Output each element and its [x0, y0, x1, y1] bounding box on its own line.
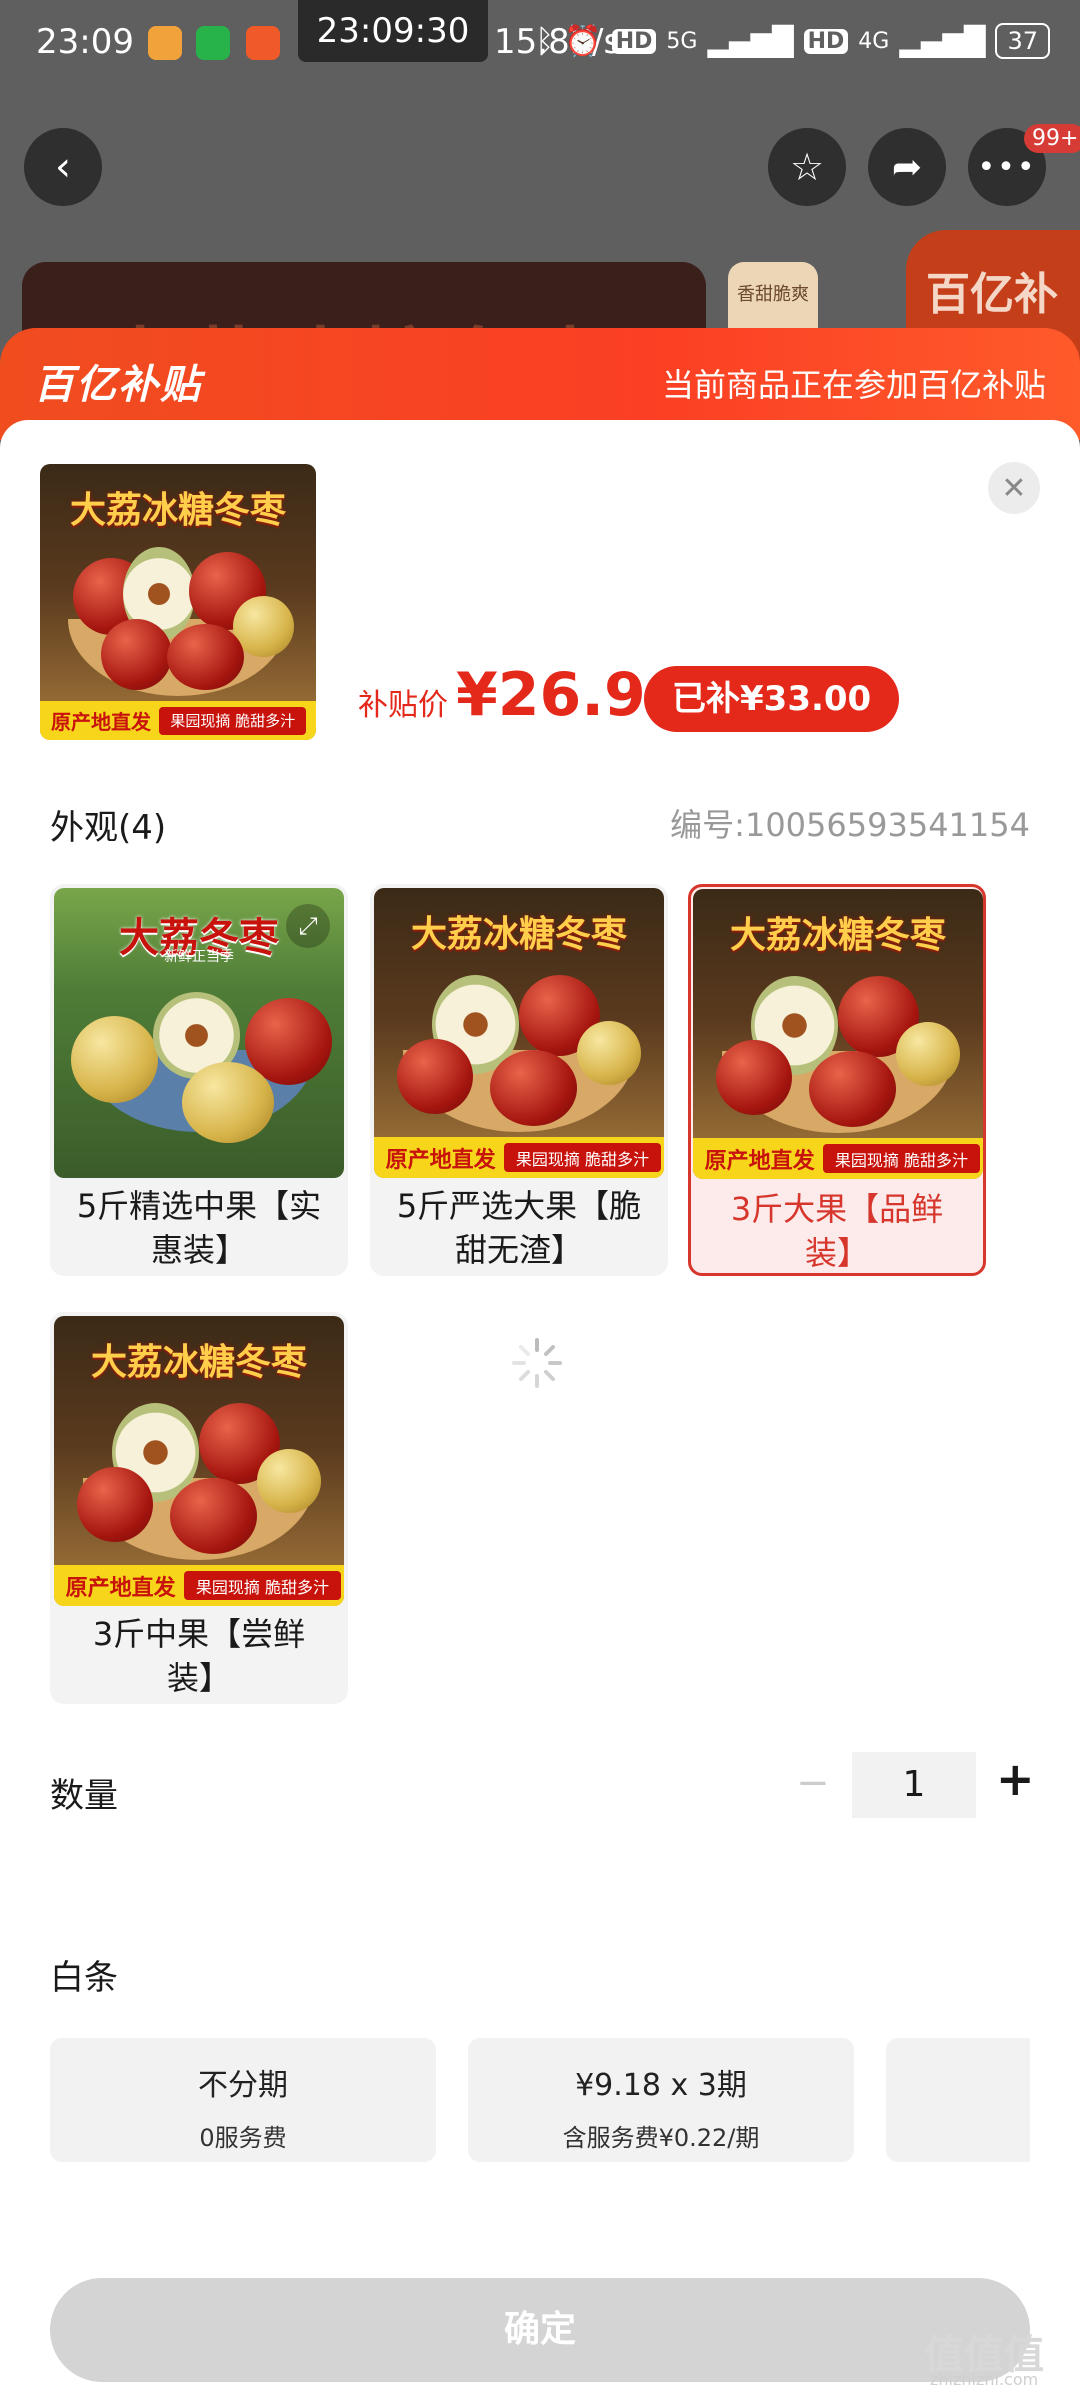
confirm-button[interactable]: 确定	[50, 2278, 1030, 2382]
close-button[interactable]: ✕	[988, 462, 1040, 514]
signal-icon-2: ▂▄▆█	[899, 24, 986, 58]
quantity-increase-button[interactable]: +	[996, 1752, 1035, 1806]
signal-icon: ▂▄▆█	[707, 24, 794, 58]
status-right-group: ᛒ ⏰ HD 5G ▂▄▆█ HD 4G ▂▄▆█ 37	[535, 22, 1050, 60]
strip-text-b: 果园现摘 脆甜多汁	[504, 1143, 661, 1173]
quantity-input[interactable]: 1	[852, 1752, 976, 1818]
share-icon: ➦	[891, 146, 923, 188]
subsidy-note: 当前商品正在参加百亿补贴	[661, 366, 1046, 404]
installment-title: ¥9.18 x 3期	[575, 2068, 747, 2103]
strip-text-a: 原产地直发	[385, 1147, 496, 1173]
jujube-shape	[170, 1478, 257, 1554]
installment-title: ¥4	[886, 2060, 1030, 2095]
appearance-label: 外观(4)	[50, 808, 167, 848]
status-time: 23:09	[36, 22, 134, 62]
product-main-image: 大荔冰糖冬枣 原产地直发 果园现摘 脆甜多汁	[40, 464, 316, 740]
option-image: 大荔冬枣 新鲜正当季 ⤢	[54, 888, 344, 1178]
jujube-shape	[181, 1062, 275, 1144]
option-label: 5斤精选中果【实惠装】	[76, 1187, 322, 1269]
option-label: 3斤中果【尝鲜装】	[92, 1615, 306, 1697]
jujube-shape	[166, 624, 245, 691]
subsidy-amount-badge: 已补¥33.00	[644, 666, 900, 732]
option-card-1[interactable]: 大荔冬枣 新鲜正当季 ⤢ 5斤精选中果【实惠装】	[50, 884, 348, 1276]
installment-option-1[interactable]: 不分期 0服务费	[50, 2038, 436, 2162]
share-button[interactable]: ➦	[868, 128, 946, 206]
option-image-title: 大荔冰糖冬枣	[729, 915, 946, 957]
back-button[interactable]: ‹	[24, 128, 102, 206]
option-image: 大荔冰糖冬枣 原产地直发 果园现摘 脆甜多汁	[54, 1316, 344, 1606]
favorite-button[interactable]: ☆	[768, 128, 846, 206]
strip-text-a: 原产地直发	[65, 1575, 176, 1601]
network-5g: 5G	[666, 28, 698, 54]
installment-title: 不分期	[198, 2068, 288, 2103]
wechat-icon	[196, 26, 230, 60]
baitiao-label: 白条	[50, 1958, 118, 1998]
battery-indicator: 37	[995, 23, 1050, 59]
option-image-title: 大荔冰糖冬枣	[410, 914, 627, 956]
price-label: 补贴价	[358, 688, 448, 723]
quantity-decrease-button[interactable]: −	[796, 1760, 830, 1806]
installment-clip: ¥4 含服	[886, 2038, 1030, 2162]
back-arrow-icon: ‹	[55, 144, 71, 190]
image-strip: 原产地直发 果园现摘 脆甜多汁	[54, 1565, 344, 1606]
jujube-shape	[77, 1466, 153, 1543]
more-dots-icon: •••	[977, 149, 1037, 185]
subsidy-logo: 百亿补贴	[34, 362, 202, 408]
close-icon: ✕	[1001, 470, 1027, 506]
image-strip: 原产地直发 果园现摘 脆甜多汁	[693, 1138, 983, 1179]
loading-spinner-icon	[512, 1338, 562, 1388]
option-image: 大荔冰糖冬枣 原产地直发 果园现摘 脆甜多汁	[374, 888, 664, 1178]
option-label: 5斤严选大果【脆甜无渣】	[396, 1187, 642, 1269]
alarm-icon: ⏰	[564, 23, 602, 59]
bluetooth-icon: ᛒ	[535, 22, 555, 60]
option-label: 3斤大果【品鲜装】	[730, 1190, 944, 1272]
strip-text-a: 原产地直发	[704, 1148, 815, 1174]
option-image-title: 大荔冰糖冬枣	[90, 1342, 307, 1384]
option-card-3-selected[interactable]: 大荔冰糖冬枣 原产地直发 果园现摘 脆甜多汁 3斤大果【品鲜装】	[688, 884, 986, 1276]
installment-fee: 含服务费¥0.22/期	[562, 2124, 760, 2152]
price-row: 补贴价 ¥26.90	[358, 660, 688, 730]
watermark-url: zhizhizhi.com	[930, 2370, 1039, 2389]
strip-text-a: 原产地直发	[51, 710, 152, 735]
jujube-shape	[577, 1021, 641, 1086]
sku-number: 编号:10056593541154	[670, 806, 1030, 844]
jujube-shape	[71, 1015, 159, 1103]
option-image: 大荔冰糖冬枣 原产地直发 果园现摘 脆甜多汁	[693, 889, 983, 1179]
option-image-sub: 新鲜正当季	[164, 949, 234, 965]
status-bar: 23:09 23:09:30 15.8K/s ᛒ ⏰ HD 5G ▂▄▆█ HD…	[0, 0, 1080, 90]
strip-text-b: 果园现摘 脆甜多汁	[159, 706, 307, 735]
option-card-2[interactable]: 大荔冰糖冬枣 原产地直发 果园现摘 脆甜多汁 5斤严选大果【脆甜无渣】	[370, 884, 668, 1276]
installment-option-2[interactable]: ¥9.18 x 3期 含服务费¥0.22/期	[468, 2038, 854, 2162]
expand-icon[interactable]: ⤢	[286, 904, 330, 948]
installment-option-3[interactable]: ¥4 含服	[886, 2038, 1030, 2162]
installment-fee: 0服务费	[199, 2124, 287, 2152]
image-strip: 原产地直发 果园现摘 脆甜多汁	[40, 701, 316, 740]
notes-app-icon	[148, 26, 182, 60]
more-badge: 99+	[1024, 124, 1080, 153]
jujube-shape	[490, 1050, 577, 1126]
taobao-icon	[246, 26, 280, 60]
hd-badge: HD	[611, 28, 657, 54]
image-strip: 原产地直发 果园现摘 脆甜多汁	[374, 1137, 664, 1178]
strip-text-b: 果园现摘 脆甜多汁	[184, 1571, 341, 1601]
product-image-title: 大荔冰糖冬枣	[69, 489, 286, 531]
network-4g: 4G	[858, 28, 890, 54]
jujube-shape	[397, 1038, 473, 1115]
installment-fee: 含服	[886, 2109, 1030, 2144]
star-icon: ☆	[789, 145, 825, 189]
clock-overlay: 23:09:30	[298, 0, 488, 62]
jujube-shape	[896, 1022, 960, 1087]
hd-badge-2: HD	[803, 28, 849, 54]
jujube-shape	[809, 1051, 896, 1127]
strip-text-b: 果园现摘 脆甜多汁	[823, 1144, 980, 1174]
jujube-shape	[716, 1039, 792, 1116]
option-card-4[interactable]: 大荔冰糖冬枣 原产地直发 果园现摘 脆甜多汁 3斤中果【尝鲜装】	[50, 1312, 348, 1704]
jujube-shape	[257, 1449, 321, 1514]
quantity-label: 数量	[50, 1776, 118, 1816]
